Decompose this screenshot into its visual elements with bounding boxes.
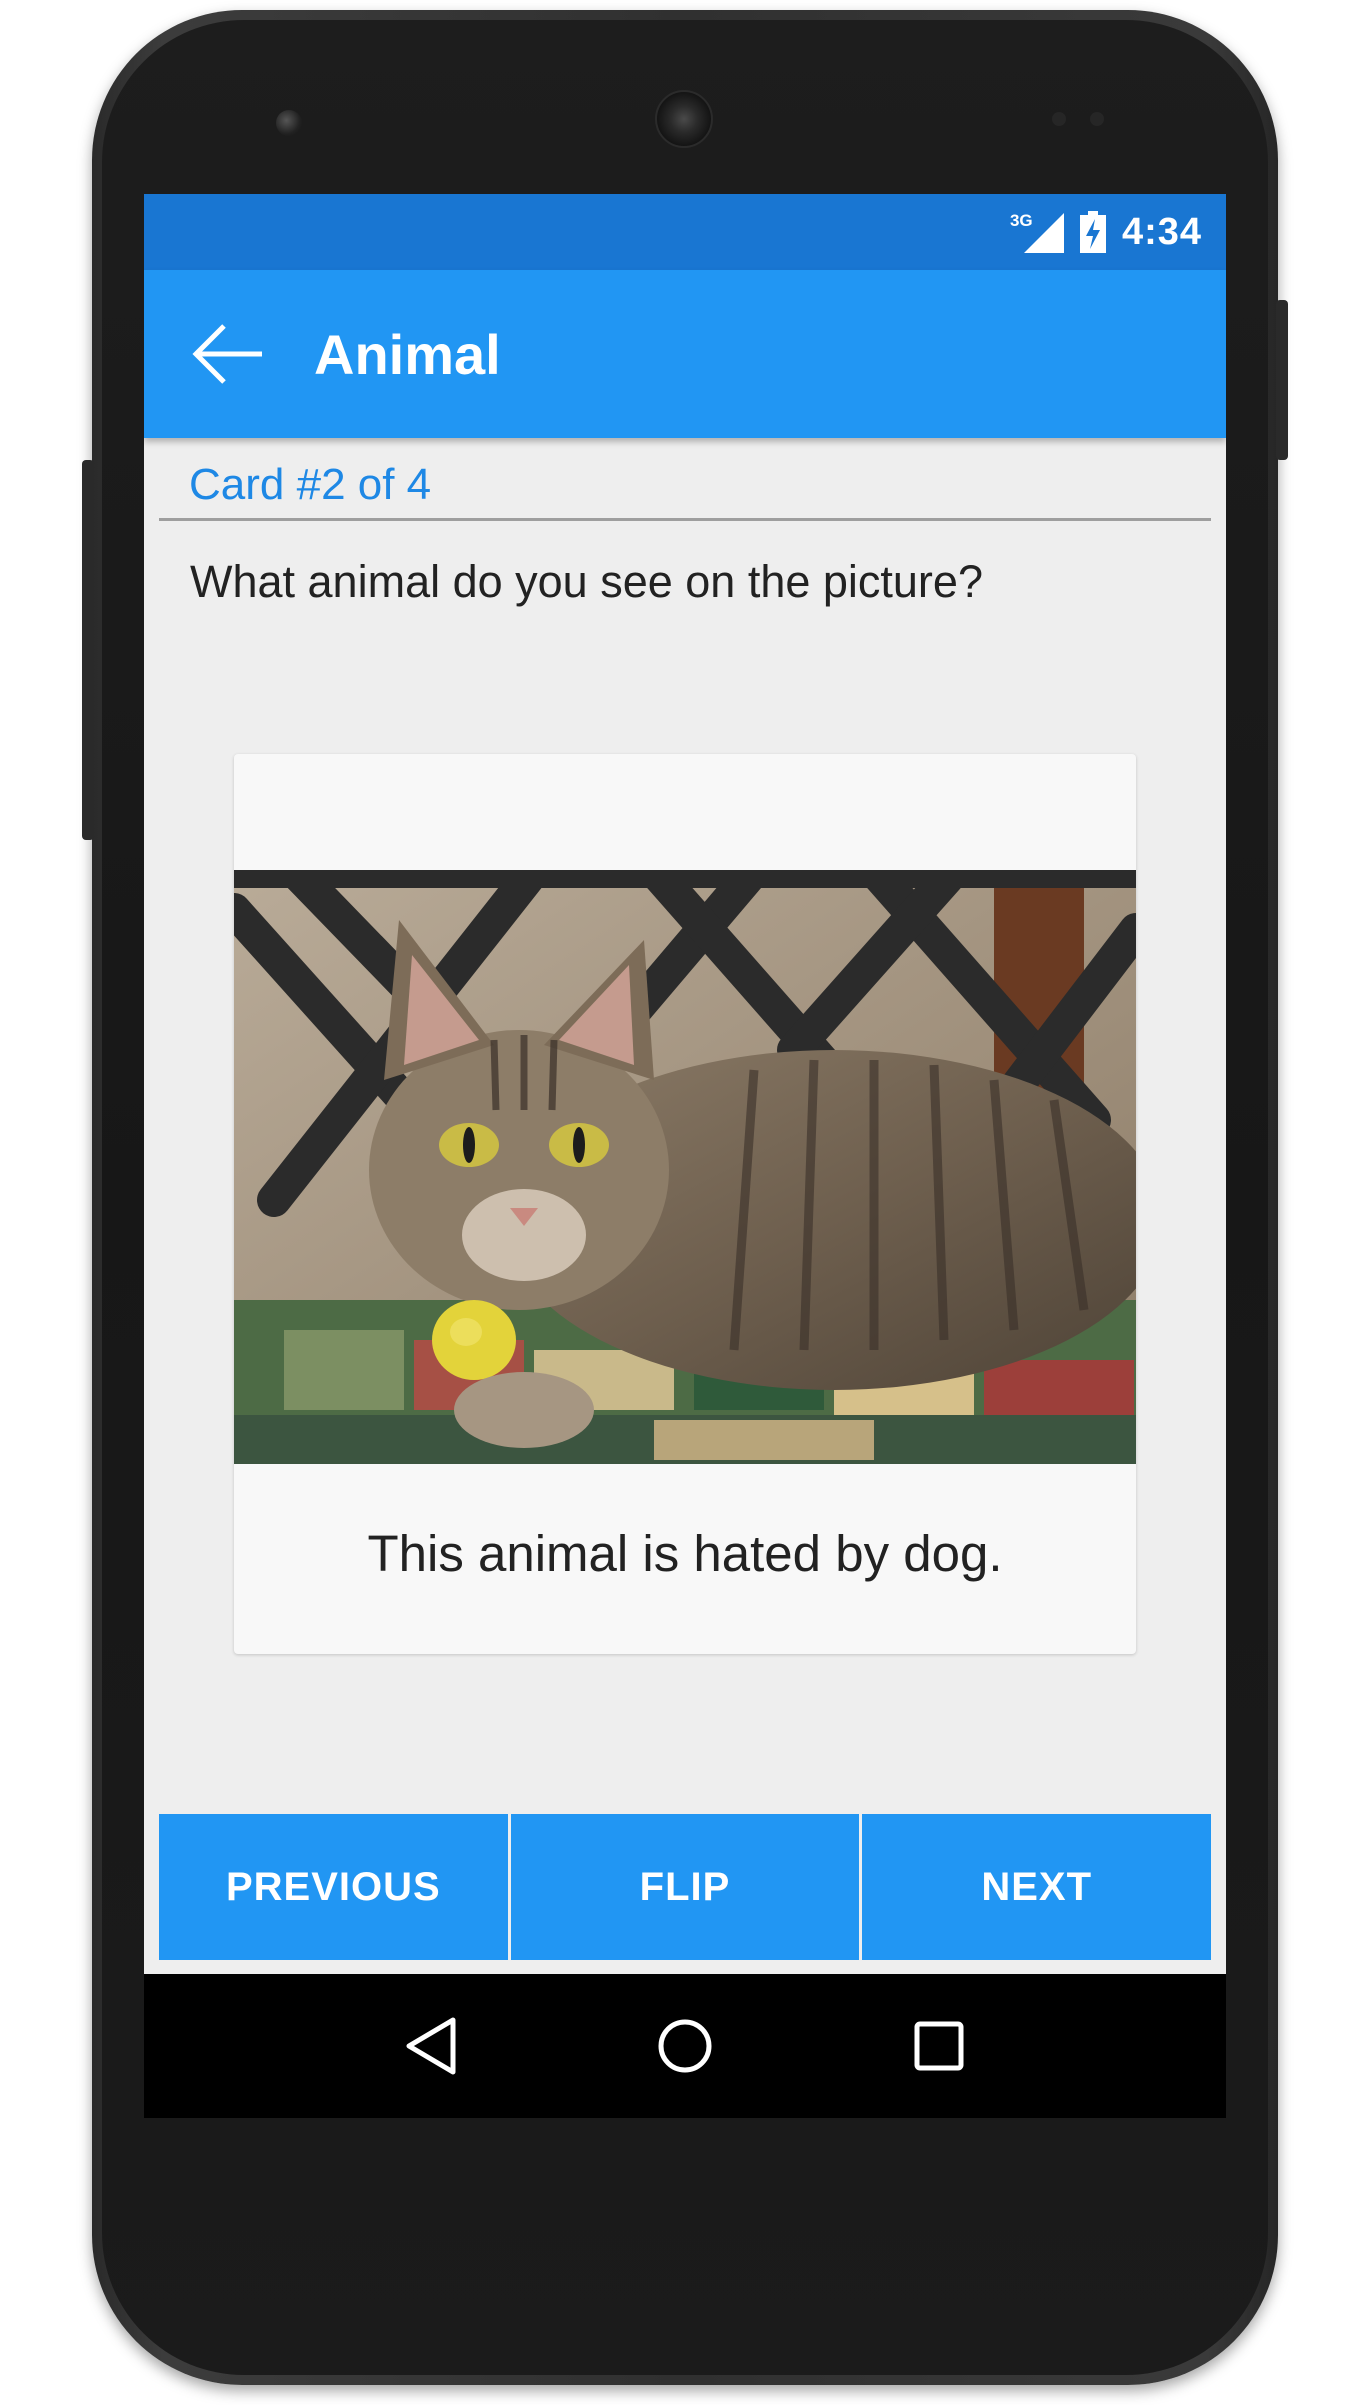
power-button: [1276, 300, 1288, 460]
card-hint-text: This animal is hated by dog.: [367, 1525, 1003, 1582]
page-title: Animal: [314, 322, 501, 386]
status-bar: 3G 4:34: [144, 194, 1226, 270]
battery-charging-icon: [1079, 211, 1106, 253]
circle-home-icon: [658, 2019, 712, 2073]
earpiece-speaker: [655, 90, 713, 148]
volume-button: [82, 460, 94, 840]
card-image: [234, 870, 1136, 1464]
question-text: What animal do you see on the picture?: [190, 556, 983, 607]
previous-button[interactable]: PREVIOUS: [159, 1814, 508, 1960]
signal-icon: [1023, 213, 1064, 253]
next-button[interactable]: NEXT: [862, 1814, 1212, 1960]
front-camera: [276, 110, 302, 136]
card-navigation-buttons: PREVIOUS FLIP NEXT: [159, 1814, 1212, 1960]
network-indicator: 3G: [1010, 211, 1064, 253]
arrow-left-icon: [192, 324, 262, 384]
status-time: 4:34: [1121, 210, 1202, 253]
back-button[interactable]: [188, 314, 268, 394]
nav-recents-button[interactable]: [899, 2006, 979, 2086]
cat-photo: [234, 870, 1136, 1464]
app-bar: Animal: [144, 270, 1226, 438]
divider: [159, 518, 1211, 521]
square-recents-icon: [914, 2021, 964, 2071]
card-counter: Card #2 of 4: [189, 460, 432, 509]
flashcard[interactable]: This animal is hated by dog.: [234, 754, 1136, 1654]
triangle-back-icon: [406, 2017, 456, 2075]
light-sensor: [1090, 112, 1104, 126]
proximity-sensor: [1052, 112, 1066, 126]
nav-home-button[interactable]: [645, 2006, 725, 2086]
system-nav-bar: [144, 1974, 1226, 2118]
screen: 3G 4:34 Animal Card #2 of 4 What animal …: [144, 194, 1226, 2118]
flip-button[interactable]: FLIP: [510, 1814, 860, 1960]
nav-back-button[interactable]: [391, 2006, 471, 2086]
